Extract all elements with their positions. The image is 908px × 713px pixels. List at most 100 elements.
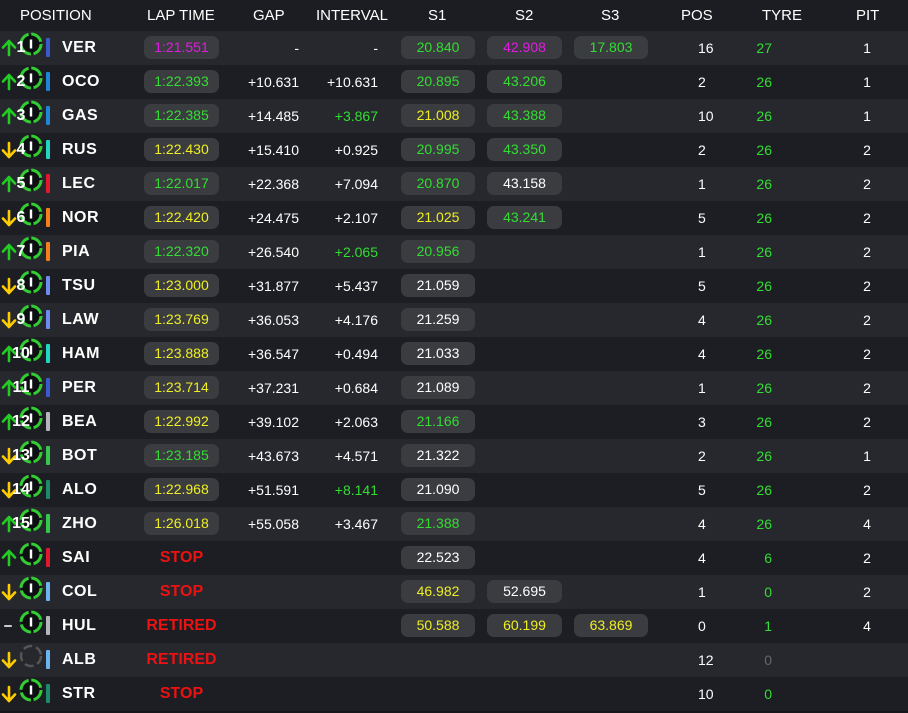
team-color-bar: [46, 684, 50, 703]
pit-stops: 2: [863, 414, 871, 430]
position-change: 2: [698, 74, 706, 90]
driver-status: STOP: [159, 549, 204, 566]
table-row[interactable]: 13 BOT 1:23.185 +43.673 +4.571 21.322 2 26 1: [0, 439, 908, 473]
interval-value: +2.063: [334, 414, 378, 430]
sector-1-time: 20.895: [401, 70, 475, 93]
driver-code: COL: [62, 583, 98, 600]
interval-value: +0.494: [334, 346, 378, 362]
gap-value: +37.231: [248, 380, 299, 396]
position-number: 14: [12, 481, 30, 498]
driver-code: BOT: [62, 447, 98, 464]
table-row[interactable]: STR STOP 10 0: [0, 677, 908, 711]
lap-time: 1:26.018: [144, 512, 219, 535]
interval-value: -: [373, 40, 378, 56]
interval-value: +8.141: [334, 482, 378, 498]
position-change: 10: [698, 108, 714, 124]
pit-stops: 2: [863, 380, 871, 396]
arrow-up-icon: [1, 549, 17, 567]
table-header: POSITION LAP TIME GAP INTERVAL S1 S2 S3 …: [0, 0, 908, 31]
tyre-laps: 1: [764, 618, 772, 634]
pit-stops: 1: [863, 448, 871, 464]
driver-code: TSU: [62, 277, 96, 294]
position-number: 6: [16, 209, 26, 226]
gap-value: +24.475: [248, 210, 299, 226]
table-row[interactable]: 11 PER 1:23.714 +37.231 +0.684 21.089 1 26 2: [0, 371, 908, 405]
table-row[interactable]: 7 PIA 1:22.320 +26.540 +2.065 20.956 1 26 2: [0, 235, 908, 269]
table-row[interactable]: 2 OCO 1:22.393 +10.631 +10.631 20.895 43.206 2 2…: [0, 65, 908, 99]
position-change: 2: [698, 142, 706, 158]
table-row[interactable]: 1 VER 1:21.551 - - 20.840 42.908 17.803 16 27 1: [0, 31, 908, 65]
lap-time: 1:23.769: [144, 308, 219, 331]
position-change: 1: [698, 380, 706, 396]
header-s2: S2: [515, 7, 534, 24]
tyre-laps: 0: [764, 652, 772, 668]
table-row[interactable]: 3 GAS 1:22.385 +14.485 +3.867 21.008 43.388 10 2…: [0, 99, 908, 133]
gap-value: +43.673: [248, 448, 299, 464]
table-row[interactable]: 15 ZHO 1:26.018 +55.058 +3.467 21.388 4 26 4: [0, 507, 908, 541]
table-row[interactable]: 14 ALO 1:22.968 +51.591 +8.141 21.090 5 26 2: [0, 473, 908, 507]
tyre-laps: 26: [756, 414, 772, 430]
table-row[interactable]: HUL RETIRED 50.588 60.199 63.869 0 1 4: [0, 609, 908, 643]
sector-2-time: 43.241: [487, 206, 562, 229]
driver-status: RETIRED: [146, 617, 217, 634]
position-number: 11: [12, 379, 30, 396]
sector-3-time: 63.869: [574, 614, 648, 637]
header-tyre: TYRE: [762, 7, 803, 24]
header-s1: S1: [428, 7, 447, 24]
position-number: 4: [16, 141, 26, 158]
team-color-bar: [46, 208, 50, 227]
sector-1-time: 21.008: [401, 104, 475, 127]
interval-value: +2.065: [334, 244, 378, 260]
gap-value: -: [294, 40, 299, 56]
position-change: 5: [698, 210, 706, 226]
table-row[interactable]: COL STOP 46.982 52.695 1 0 2: [0, 575, 908, 609]
position-change: 2: [698, 448, 706, 464]
tyre-icon: [19, 678, 43, 702]
team-color-bar: [46, 548, 50, 567]
table-row[interactable]: 6 NOR 1:22.420 +24.475 +2.107 21.025 43.241 5 26…: [0, 201, 908, 235]
driver-code: PER: [62, 379, 97, 396]
header-pos: POS: [681, 7, 713, 24]
sector-2-time: 43.206: [487, 70, 562, 93]
table-row[interactable]: 8 TSU 1:23.000 +31.877 +5.437 21.059 5 26 2: [0, 269, 908, 303]
pit-stops: 2: [863, 244, 871, 260]
lap-time: 1:22.420: [144, 206, 219, 229]
interval-value: +2.107: [334, 210, 378, 226]
sector-1-time: 21.388: [401, 512, 475, 535]
lap-time: 1:22.393: [144, 70, 219, 93]
position-number: 8: [16, 277, 26, 294]
sector-2-time: 42.908: [487, 36, 562, 59]
lap-time: 1:21.551: [144, 36, 219, 59]
driver-code: OCO: [62, 73, 100, 90]
table-row[interactable]: ALB RETIRED 12 0: [0, 643, 908, 677]
tyre-icon: [19, 542, 43, 566]
position-change: 10: [698, 686, 714, 702]
driver-code: PIA: [62, 243, 91, 260]
table-row[interactable]: 4 RUS 1:22.430 +15.410 +0.925 20.995 43.350 2 26…: [0, 133, 908, 167]
pit-stops: 2: [863, 312, 871, 328]
gap-value: +39.102: [248, 414, 299, 430]
sector-1-time: 20.995: [401, 138, 475, 161]
pit-stops: 2: [863, 346, 871, 362]
tyre-laps: 26: [756, 176, 772, 192]
table-row[interactable]: SAI STOP 22.523 4 6 2: [0, 541, 908, 575]
table-row[interactable]: 5 LEC 1:22.017 +22.368 +7.094 20.870 43.158 1 26…: [0, 167, 908, 201]
driver-code: ZHO: [62, 515, 98, 532]
table-row[interactable]: 9 LAW 1:23.769 +36.053 +4.176 21.259 4 26 2: [0, 303, 908, 337]
interval-value: +0.684: [334, 380, 378, 396]
team-color-bar: [46, 514, 50, 533]
tyre-laps: 26: [756, 244, 772, 260]
lap-time: 1:22.320: [144, 240, 219, 263]
table-row[interactable]: 10 HAM 1:23.888 +36.547 +0.494 21.033 4 26 2: [0, 337, 908, 371]
tyre-laps: 26: [756, 210, 772, 226]
lap-time: 1:23.888: [144, 342, 219, 365]
lap-time: 1:22.017: [144, 172, 219, 195]
position-number: 15: [12, 515, 30, 532]
team-color-bar: [46, 412, 50, 431]
table-row[interactable]: 12 BEA 1:22.992 +39.102 +2.063 21.166 3 26 2: [0, 405, 908, 439]
interval-value: +5.437: [334, 278, 378, 294]
sector-1-time: 21.089: [401, 376, 475, 399]
driver-code: ALB: [62, 651, 97, 668]
position-change: 12: [698, 652, 714, 668]
pit-stops: 1: [863, 108, 871, 124]
